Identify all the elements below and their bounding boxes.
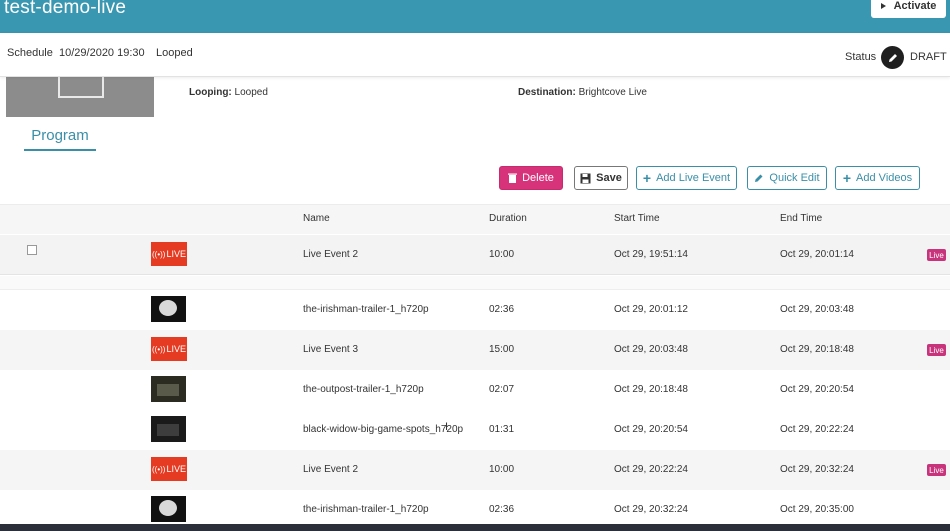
row-end-time: Oct 29, 20:32:24 (780, 464, 854, 475)
pencil-icon (888, 53, 897, 62)
tab-program[interactable]: Program (24, 127, 96, 144)
table-header: Name Duration Start Time End Time (0, 204, 950, 234)
plus-icon: + (842, 170, 852, 186)
save-button[interactable]: Save (574, 166, 628, 190)
schedule-bar: Schedule 10/29/2020 19:30 Looped Status … (0, 33, 950, 77)
table-row[interactable]: black-widow-big-game-spots_h720p 01:31 O… (0, 410, 950, 450)
broadcast-icon: ((•)) (152, 344, 166, 354)
looping-info: Looping: Looped (189, 87, 268, 98)
row-name: black-widow-big-game-spots_h720p (303, 424, 464, 435)
live-badge: Live (927, 344, 946, 356)
row-name: the-irishman-trailer-1_h720p (303, 304, 429, 315)
plus-icon: + (642, 170, 652, 186)
row-name: the-irishman-trailer-1_h720p (303, 504, 429, 515)
video-thumbnail (151, 376, 186, 402)
video-thumbnail (151, 496, 186, 522)
destination-info: Destination: Brightcove Live (518, 87, 647, 98)
broadcast-icon: ((•)) (152, 464, 166, 474)
thumbnail-image (159, 300, 177, 316)
row-name: the-outpost-trailer-1_h720p (303, 384, 424, 395)
row-start-time: Oct 29, 20:22:24 (614, 464, 688, 475)
table-row[interactable]: ((•)) LIVE Live Event 2 10:00 Oct 29, 20… (0, 450, 950, 490)
row-start-time: Oct 29, 20:01:12 (614, 304, 688, 315)
row-end-time: Oct 29, 20:03:48 (780, 304, 854, 315)
row-duration: 15:00 (489, 344, 515, 355)
row-end-time: Oct 29, 20:18:48 (780, 344, 854, 355)
activate-button[interactable]: Activate (871, 0, 946, 18)
play-icon (880, 3, 886, 9)
table-row[interactable]: the-outpost-trailer-1_h720p 02:07 Oct 29… (0, 370, 950, 410)
column-header-duration[interactable]: Duration (489, 213, 527, 224)
table-row[interactable]: ((•)) LIVE Live Event 3 15:00 Oct 29, 20… (0, 330, 950, 370)
row-start-time: Oct 29, 20:03:48 (614, 344, 688, 355)
row-start-time: Oct 29, 19:51:14 (614, 249, 688, 260)
schedule-mode: Looped (156, 47, 193, 59)
row-end-time: Oct 29, 20:35:00 (780, 504, 854, 515)
live-badge: Live (927, 464, 946, 476)
row-end-time: Oct 29, 20:20:54 (780, 384, 854, 395)
row-name: Live Event 2 (303, 249, 359, 260)
activate-label: Activate (893, 0, 937, 12)
status-label: Status (845, 51, 877, 63)
schedule-label: Schedule (7, 47, 53, 59)
column-header-end-time[interactable]: End Time (780, 213, 822, 224)
pencil-icon (755, 174, 763, 182)
row-duration: 10:00 (489, 464, 515, 475)
schedule-datetime: 10/29/2020 19:30 (59, 47, 145, 59)
top-bar: test-demo-live Activate (0, 0, 950, 33)
floppy-icon (580, 173, 591, 183)
edit-status-button[interactable] (881, 46, 904, 69)
live-thumb-label: LIVE (166, 464, 186, 474)
table-row[interactable]: the-irishman-trailer-1_h720p 02:36 Oct 2… (0, 290, 950, 330)
row-start-time: Oct 29, 20:18:48 (614, 384, 688, 395)
table-row[interactable]: ((•)) LIVE Live Event 2 10:00 Oct 29, 19… (0, 235, 950, 275)
column-header-start-time[interactable]: Start Time (614, 213, 660, 224)
row-end-time: Oct 29, 20:22:24 (780, 424, 854, 435)
text-cursor-icon: I (445, 421, 449, 433)
row-end-time: Oct 29, 20:01:14 (780, 249, 854, 260)
trash-icon (508, 173, 518, 183)
quick-edit-label: Quick Edit (769, 172, 820, 184)
save-label: Save (596, 172, 622, 184)
delete-button[interactable]: Delete (499, 166, 563, 190)
row-start-time: Oct 29, 20:32:24 (614, 504, 688, 515)
destination-label: Destination: (518, 87, 576, 98)
page-title: test-demo-live (4, 0, 127, 18)
os-dock (0, 524, 950, 531)
video-thumbnail (151, 296, 186, 322)
quick-edit-button[interactable]: Quick Edit (747, 166, 827, 190)
column-header-name[interactable]: Name (303, 213, 330, 224)
add-videos-label: Add Videos (856, 172, 913, 184)
looping-label: Looping: (189, 87, 232, 98)
row-duration: 02:36 (489, 304, 515, 315)
status-badge: DRAFT (910, 51, 947, 63)
row-duration: 02:07 (489, 384, 515, 395)
row-start-time: Oct 29, 20:20:54 (614, 424, 688, 435)
row-name: Live Event 3 (303, 344, 359, 355)
video-thumbnail (151, 416, 186, 442)
thumbnail-image (157, 424, 179, 436)
live-thumb-label: LIVE (166, 249, 186, 259)
thumbnail-image (159, 500, 177, 516)
row-duration: 10:00 (489, 249, 515, 260)
tab-underline (24, 149, 96, 151)
add-live-event-button[interactable]: + Add Live Event (636, 166, 737, 190)
destination-value: Brightcove Live (578, 87, 647, 98)
delete-label: Delete (522, 172, 554, 184)
add-videos-button[interactable]: + Add Videos (835, 166, 920, 190)
row-duration: 02:36 (489, 504, 515, 515)
live-thumbnail: ((•)) LIVE (151, 242, 187, 266)
live-thumb-label: LIVE (166, 344, 186, 354)
add-live-event-label: Add Live Event (656, 172, 731, 184)
live-badge: Live (927, 249, 946, 261)
row-checkbox[interactable] (27, 245, 37, 255)
live-thumbnail: ((•)) LIVE (151, 457, 187, 481)
row-duration: 01:31 (489, 424, 515, 435)
row-name: Live Event 2 (303, 464, 359, 475)
live-thumbnail: ((•)) LIVE (151, 337, 187, 361)
row-divider (0, 276, 950, 290)
broadcast-icon: ((•)) (152, 249, 166, 259)
thumbnail-image (157, 384, 179, 396)
looping-value: Looped (234, 87, 268, 98)
